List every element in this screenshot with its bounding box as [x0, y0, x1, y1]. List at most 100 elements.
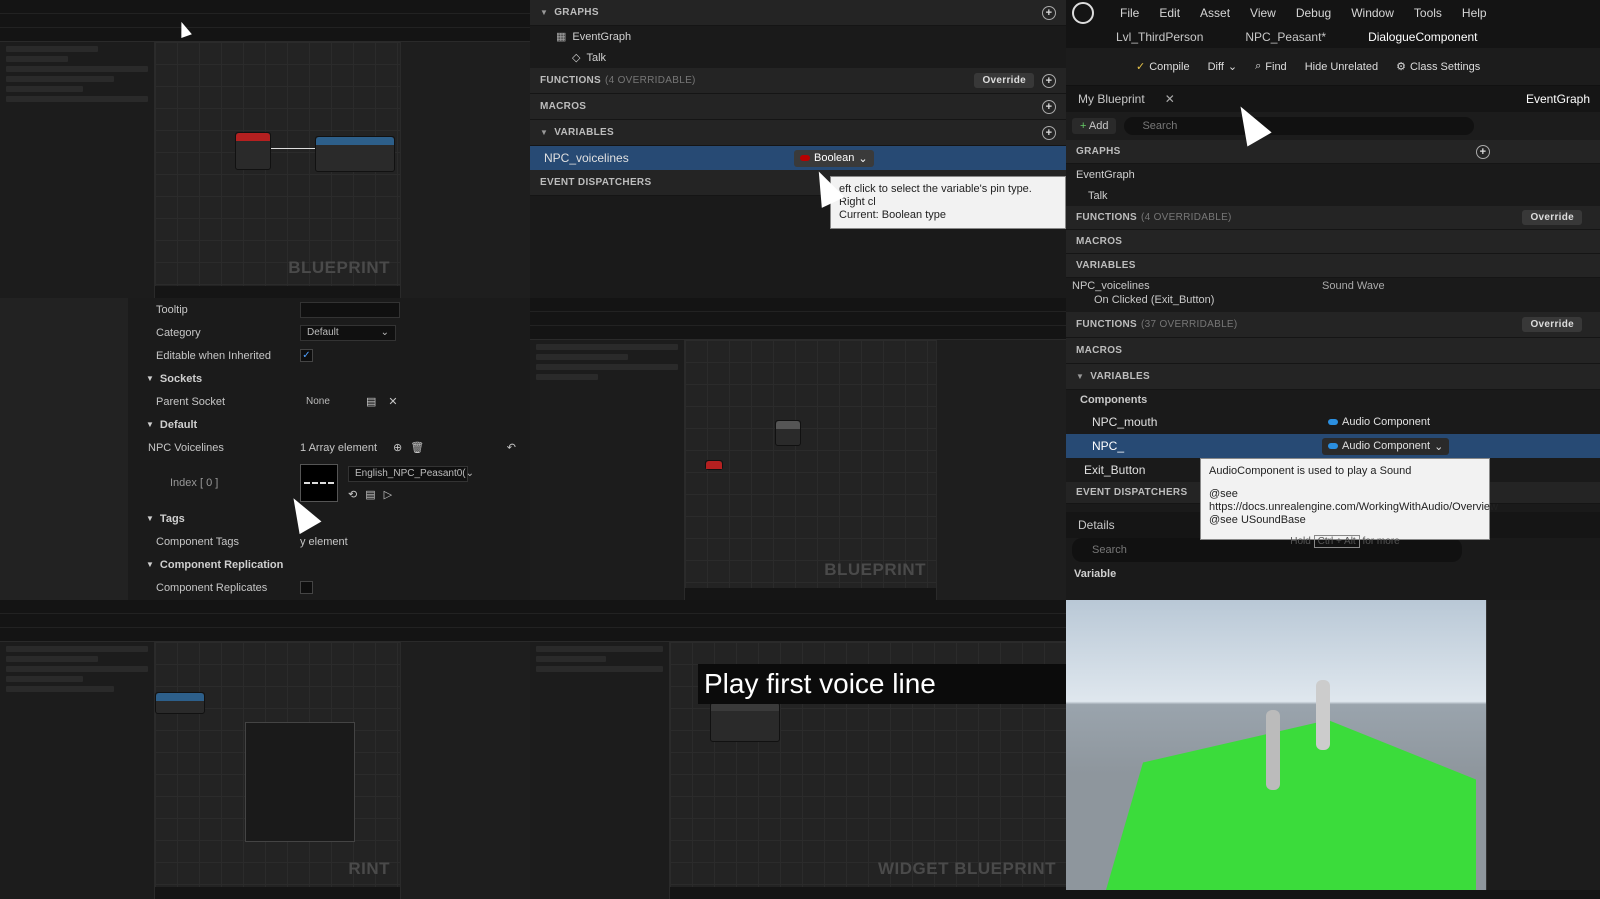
editable-inherited-checkbox[interactable]: ✓: [300, 349, 313, 362]
variables-section[interactable]: VARIABLES: [1066, 254, 1600, 278]
tab-dialogue-component[interactable]: DialogueComponent: [1368, 30, 1477, 44]
compile-button[interactable]: ✓ Compile: [1136, 60, 1190, 74]
editable-inherited-row: Editable when Inherited ✓: [138, 344, 530, 367]
my-blueprint-tab[interactable]: My Blueprint: [1078, 92, 1145, 106]
talk-item[interactable]: ◇ Talk: [530, 47, 1066, 68]
graph-canvas[interactable]: BLUEPRINT: [155, 42, 400, 286]
variable-category[interactable]: Variable: [1066, 562, 1600, 585]
functions-section-2[interactable]: FUNCTIONS (37 OVERRIDABLE) Override: [1066, 312, 1600, 338]
menu-file[interactable]: File: [1120, 6, 1139, 20]
reset-icon[interactable]: ↶: [507, 441, 516, 454]
close-icon[interactable]: ✕: [1165, 92, 1175, 106]
function-node[interactable]: [315, 136, 395, 172]
document-tabs: Lvl_ThirdPerson NPC_Peasant* DialogueCom…: [1066, 26, 1600, 48]
class-settings-button[interactable]: ⚙ Class Settings: [1396, 60, 1480, 74]
hide-unrelated-button[interactable]: Hide Unrelated: [1305, 61, 1378, 73]
variable-type-dropdown[interactable]: Boolean ⌄: [794, 149, 874, 167]
default-category[interactable]: ▼ Default: [138, 413, 530, 436]
object-pin-icon: [1328, 443, 1338, 449]
find-button[interactable]: ⌕ Find: [1255, 60, 1287, 73]
search-input[interactable]: Search: [1124, 117, 1475, 135]
graphs-section[interactable]: GRAPHS +: [1066, 140, 1600, 164]
graph-node[interactable]: [705, 460, 723, 470]
category-dropdown[interactable]: Default ⌄: [300, 324, 396, 341]
npc-voicelines-row[interactable]: NPC_voicelines Sound Wave: [1066, 278, 1600, 294]
menu-debug[interactable]: Debug: [1296, 6, 1331, 20]
functions-section[interactable]: FUNCTIONS (4 OVERRIDABLE) Override: [1066, 206, 1600, 230]
graph-canvas[interactable]: BLUEPRINT: [685, 340, 936, 588]
add-function-button[interactable]: +: [1042, 73, 1056, 88]
graphs-section[interactable]: ▼ GRAPHS +: [530, 0, 1066, 26]
asset-picker[interactable]: English_NPC_Peasant0( ⌄: [348, 465, 474, 482]
audio-component-type[interactable]: Audio Component: [1322, 414, 1436, 430]
menu-tools[interactable]: Tools: [1414, 6, 1442, 20]
viewport-scene[interactable]: [1066, 600, 1486, 890]
variable-row-npc-voicelines[interactable]: NPC_voicelines Boolean ⌄: [530, 146, 1066, 170]
video-caption: Play first voice line: [698, 664, 1066, 704]
override-button[interactable]: Override: [974, 73, 1034, 88]
graph-icon: ▦: [556, 31, 567, 43]
add-macro-button[interactable]: +: [1042, 99, 1056, 114]
sockets-category[interactable]: ▼ Sockets: [138, 367, 530, 390]
override-button[interactable]: Override: [1522, 210, 1582, 225]
mini-toolbar: [0, 600, 530, 642]
talk-item[interactable]: Talk: [1066, 185, 1600, 206]
variable-name-input[interactable]: NPC_: [1092, 439, 1322, 453]
mini-toolbar: [0, 0, 530, 42]
menu-bar: File Edit Asset View Debug Window Tools …: [1066, 0, 1600, 26]
graph-node[interactable]: [155, 692, 205, 714]
variable-row-new[interactable]: NPC_ Audio Component ⌄: [1066, 434, 1600, 458]
diff-button[interactable]: Diff ⌄: [1208, 60, 1238, 74]
functions-section[interactable]: FUNCTIONS (4 OVERRIDABLE) Override +: [530, 68, 1066, 94]
add-element-icon[interactable]: ⊕: [393, 441, 402, 454]
menu-edit[interactable]: Edit: [1159, 6, 1180, 20]
variables-section-2[interactable]: ▼ VARIABLES: [1066, 364, 1600, 390]
menu-help[interactable]: Help: [1462, 6, 1487, 20]
add-graph-button[interactable]: +: [1042, 5, 1056, 20]
override-button-2[interactable]: Override: [1522, 317, 1582, 332]
left-dock: [0, 298, 128, 600]
menu-view[interactable]: View: [1250, 6, 1276, 20]
components-category[interactable]: Components: [1066, 390, 1600, 410]
menu-window[interactable]: Window: [1351, 6, 1394, 20]
asset-actions[interactable]: ⟲▤▷: [348, 488, 468, 501]
mini-sidebar: [530, 642, 670, 899]
tab-npc-peasant[interactable]: NPC_Peasant*: [1245, 30, 1326, 44]
tab-level[interactable]: Lvl_ThirdPerson: [1116, 30, 1203, 44]
graph-node[interactable]: [710, 702, 780, 742]
audio-component-type-dropdown[interactable]: Audio Component ⌄: [1322, 437, 1450, 455]
graph-node[interactable]: [775, 420, 801, 446]
compile-icon: ✓: [1136, 61, 1146, 73]
plus-icon: +: [1080, 120, 1089, 132]
event-graph-item[interactable]: EventGraph: [1066, 164, 1600, 185]
event-graph-tab[interactable]: EventGraph: [1526, 92, 1590, 106]
add-button[interactable]: + Add: [1072, 118, 1117, 134]
tooltip-field[interactable]: [300, 301, 400, 318]
macros-section[interactable]: MACROS: [1066, 230, 1600, 254]
event-node[interactable]: [235, 132, 271, 170]
context-menu[interactable]: [245, 722, 355, 842]
event-graph-item[interactable]: ▦ EventGraph: [530, 26, 1066, 47]
event-icon: ◇: [572, 52, 581, 64]
trash-icon[interactable]: 🗑: [410, 441, 424, 454]
tile-unreal-editor: File Edit Asset View Debug Window Tools …: [1066, 0, 1600, 600]
audio-component-tooltip: AudioComponent is used to play a Sound @…: [1200, 458, 1498, 548]
variables-section[interactable]: ▼ VARIABLES +: [530, 120, 1066, 146]
clear-icon[interactable]: ✕: [388, 395, 397, 408]
macros-section[interactable]: MACROS +: [530, 94, 1066, 120]
replicates-checkbox[interactable]: [300, 581, 313, 594]
add-graph-button[interactable]: +: [1476, 144, 1490, 159]
browse-icon[interactable]: ▤: [366, 395, 376, 408]
macros-section-2[interactable]: MACROS: [1066, 338, 1600, 364]
on-clicked-item[interactable]: On Clicked (Exit_Button): [1066, 294, 1600, 312]
gear-icon: ⚙: [1396, 61, 1406, 73]
tags-category[interactable]: ▼ Tags: [138, 507, 530, 530]
blueprint-watermark: BLUEPRINT: [824, 560, 926, 579]
add-variable-button[interactable]: +: [1042, 125, 1056, 140]
tile-widget-blueprint: WIDGET BLUEPRINT Play first voice line: [530, 600, 1066, 899]
variable-row-npc-mouth[interactable]: NPC_mouth Audio Component: [1066, 410, 1600, 434]
component-replication-category[interactable]: ▼ Component Replication: [138, 553, 530, 576]
tile-blueprint-graph-2: BLUEPRINT: [530, 298, 1066, 600]
menu-asset[interactable]: Asset: [1200, 6, 1230, 20]
graph-canvas[interactable]: RINT: [155, 642, 400, 887]
